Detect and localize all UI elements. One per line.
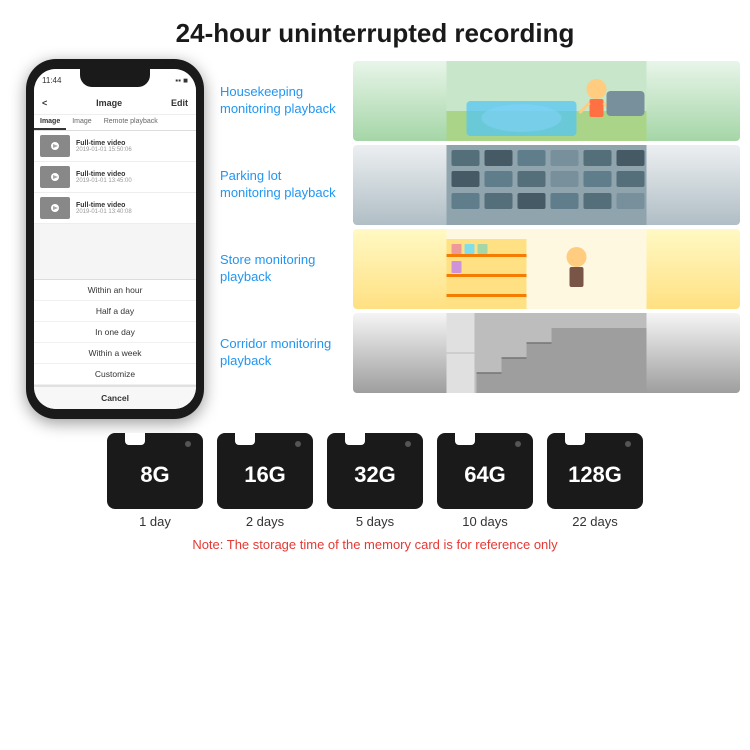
- phone-dropdown-item-1[interactable]: Within an hour: [34, 280, 196, 301]
- scene-parking: [353, 145, 740, 225]
- sd-card-notch-32g: [345, 433, 365, 445]
- sd-card-item-16g: 16G 2 days: [217, 433, 313, 529]
- phone-nav-edit[interactable]: Edit: [171, 98, 188, 108]
- monitoring-img-housekeeping: [353, 61, 740, 141]
- sd-card-days-32g: 5 days: [356, 514, 394, 529]
- phone-dropdown-item-3[interactable]: In one day: [34, 322, 196, 343]
- phone-thumb-2: [40, 166, 70, 188]
- phone-dropdown-item-4[interactable]: Within a week: [34, 343, 196, 364]
- sd-card-notch-8g: [125, 433, 145, 445]
- sd-cards-row: 8G 1 day 16G 2 days 32G 5 days 64G: [107, 433, 643, 529]
- phone-item-text-1: Full-time video 2019-01-01 15:50:06: [76, 140, 132, 153]
- scene-housekeeping: [353, 61, 740, 141]
- phone-wrapper: 11:44 ▪▪ ■ < Image Edit Image Image Remo…: [10, 59, 220, 419]
- sd-card-label-32g: 32G: [354, 462, 396, 488]
- sd-card-label-128g: 128G: [568, 462, 622, 488]
- phone-item-text-2: Full-time video 2019-01-01 13:45:00: [76, 171, 132, 184]
- phone-screen: 11:44 ▪▪ ■ < Image Edit Image Image Remo…: [34, 69, 196, 409]
- phone-list-item-1[interactable]: Full-time video 2019-01-01 15:50:06: [34, 131, 196, 162]
- phone-thumb-3: [40, 197, 70, 219]
- phone-item-title-2: Full-time video: [76, 171, 132, 178]
- sd-card-label-64g: 64G: [464, 462, 506, 488]
- phone-item-date-3: 2019-01-01 13:40:08: [76, 209, 132, 215]
- phone-item-title-1: Full-time video: [76, 140, 132, 147]
- phone-mockup: 11:44 ▪▪ ■ < Image Edit Image Image Remo…: [26, 59, 204, 419]
- sd-card-item-32g: 32G 5 days: [327, 433, 423, 529]
- phone-item-text-3: Full-time video 2019-01-01 13:40:08: [76, 202, 132, 215]
- phone-item-date-2: 2019-01-01 13:45:00: [76, 178, 132, 184]
- monitoring-text-corridor: Corridor monitoring playback: [220, 336, 345, 370]
- monitoring-img-parking: [353, 145, 740, 225]
- sd-card-days-8g: 1 day: [139, 514, 171, 529]
- phone-list-item-2[interactable]: Full-time video 2019-01-01 13:45:00: [34, 162, 196, 193]
- phone-item-title-3: Full-time video: [76, 202, 132, 209]
- sd-card-128g: 128G: [547, 433, 643, 509]
- page-title: 24-hour uninterrupted recording: [10, 18, 740, 49]
- phone-dropdown: Within an hour Half a day In one day Wit…: [34, 279, 196, 409]
- phone-tab-image[interactable]: Image: [34, 115, 66, 130]
- phone-tabs: Image Image Remote playback: [34, 115, 196, 131]
- monitoring-label-store: Store monitoring playback: [220, 252, 345, 286]
- sd-card-item-128g: 128G 22 days: [547, 433, 643, 529]
- phone-nav-title: Image: [96, 98, 122, 108]
- monitoring-item-housekeeping: Housekeeping monitoring playback: [220, 61, 740, 141]
- monitoring-label-corridor: Corridor monitoring playback: [220, 336, 345, 370]
- monitoring-label-housekeeping: Housekeeping monitoring playback: [220, 84, 345, 118]
- phone-list-item-3[interactable]: Full-time video 2019-01-01 13:40:08: [34, 193, 196, 224]
- sd-card-item-8g: 8G 1 day: [107, 433, 203, 529]
- phone-thumb-1: [40, 135, 70, 157]
- sd-card-label-8g: 8G: [140, 462, 169, 488]
- monitoring-label-parking: Parking lot monitoring playback: [220, 168, 345, 202]
- page-header: 24-hour uninterrupted recording: [0, 0, 750, 59]
- sd-card-days-128g: 22 days: [572, 514, 618, 529]
- sd-card-8g: 8G: [107, 433, 203, 509]
- phone-time: 11:44: [42, 76, 61, 85]
- phone-nav: < Image Edit: [34, 91, 196, 115]
- sd-card-16g: 16G: [217, 433, 313, 509]
- phone-nav-back[interactable]: <: [42, 98, 47, 108]
- sd-card-item-64g: 64G 10 days: [437, 433, 533, 529]
- sd-card-days-16g: 2 days: [246, 514, 284, 529]
- monitoring-item-store: Store monitoring playback: [220, 229, 740, 309]
- sd-card-32g: 32G: [327, 433, 423, 509]
- middle-section: 11:44 ▪▪ ■ < Image Edit Image Image Remo…: [0, 59, 750, 419]
- phone-dropdown-item-2[interactable]: Half a day: [34, 301, 196, 322]
- monitoring-section: Housekeeping monitoring playback: [220, 59, 740, 393]
- scene-corridor: [353, 313, 740, 393]
- phone-cancel-button[interactable]: Cancel: [34, 385, 196, 409]
- note-text: Note: The storage time of the memory car…: [192, 537, 557, 552]
- monitoring-text-housekeeping: Housekeeping monitoring playback: [220, 84, 345, 118]
- phone-item-date-1: 2019-01-01 15:50:06: [76, 147, 132, 153]
- scene-store: [353, 229, 740, 309]
- phone-notch: [80, 69, 150, 87]
- phone-dropdown-item-5[interactable]: Customize: [34, 364, 196, 385]
- sd-card-days-64g: 10 days: [462, 514, 508, 529]
- sd-card-notch-128g: [565, 433, 585, 445]
- monitoring-item-corridor: Corridor monitoring playback: [220, 313, 740, 393]
- monitoring-text-parking: Parking lot monitoring playback: [220, 168, 345, 202]
- phone-icons: ▪▪ ■: [175, 76, 188, 85]
- sd-card-notch-16g: [235, 433, 255, 445]
- sd-card-label-16g: 16G: [244, 462, 286, 488]
- phone-tab-remote[interactable]: Remote playback: [98, 115, 164, 130]
- bottom-section: 8G 1 day 16G 2 days 32G 5 days 64G: [0, 419, 750, 558]
- sd-card-64g: 64G: [437, 433, 533, 509]
- monitoring-img-corridor: [353, 313, 740, 393]
- monitoring-img-store: [353, 229, 740, 309]
- phone-tab-image2[interactable]: Image: [66, 115, 97, 130]
- monitoring-item-parking: Parking lot monitoring playback: [220, 145, 740, 225]
- sd-card-notch-64g: [455, 433, 475, 445]
- monitoring-text-store: Store monitoring playback: [220, 252, 345, 286]
